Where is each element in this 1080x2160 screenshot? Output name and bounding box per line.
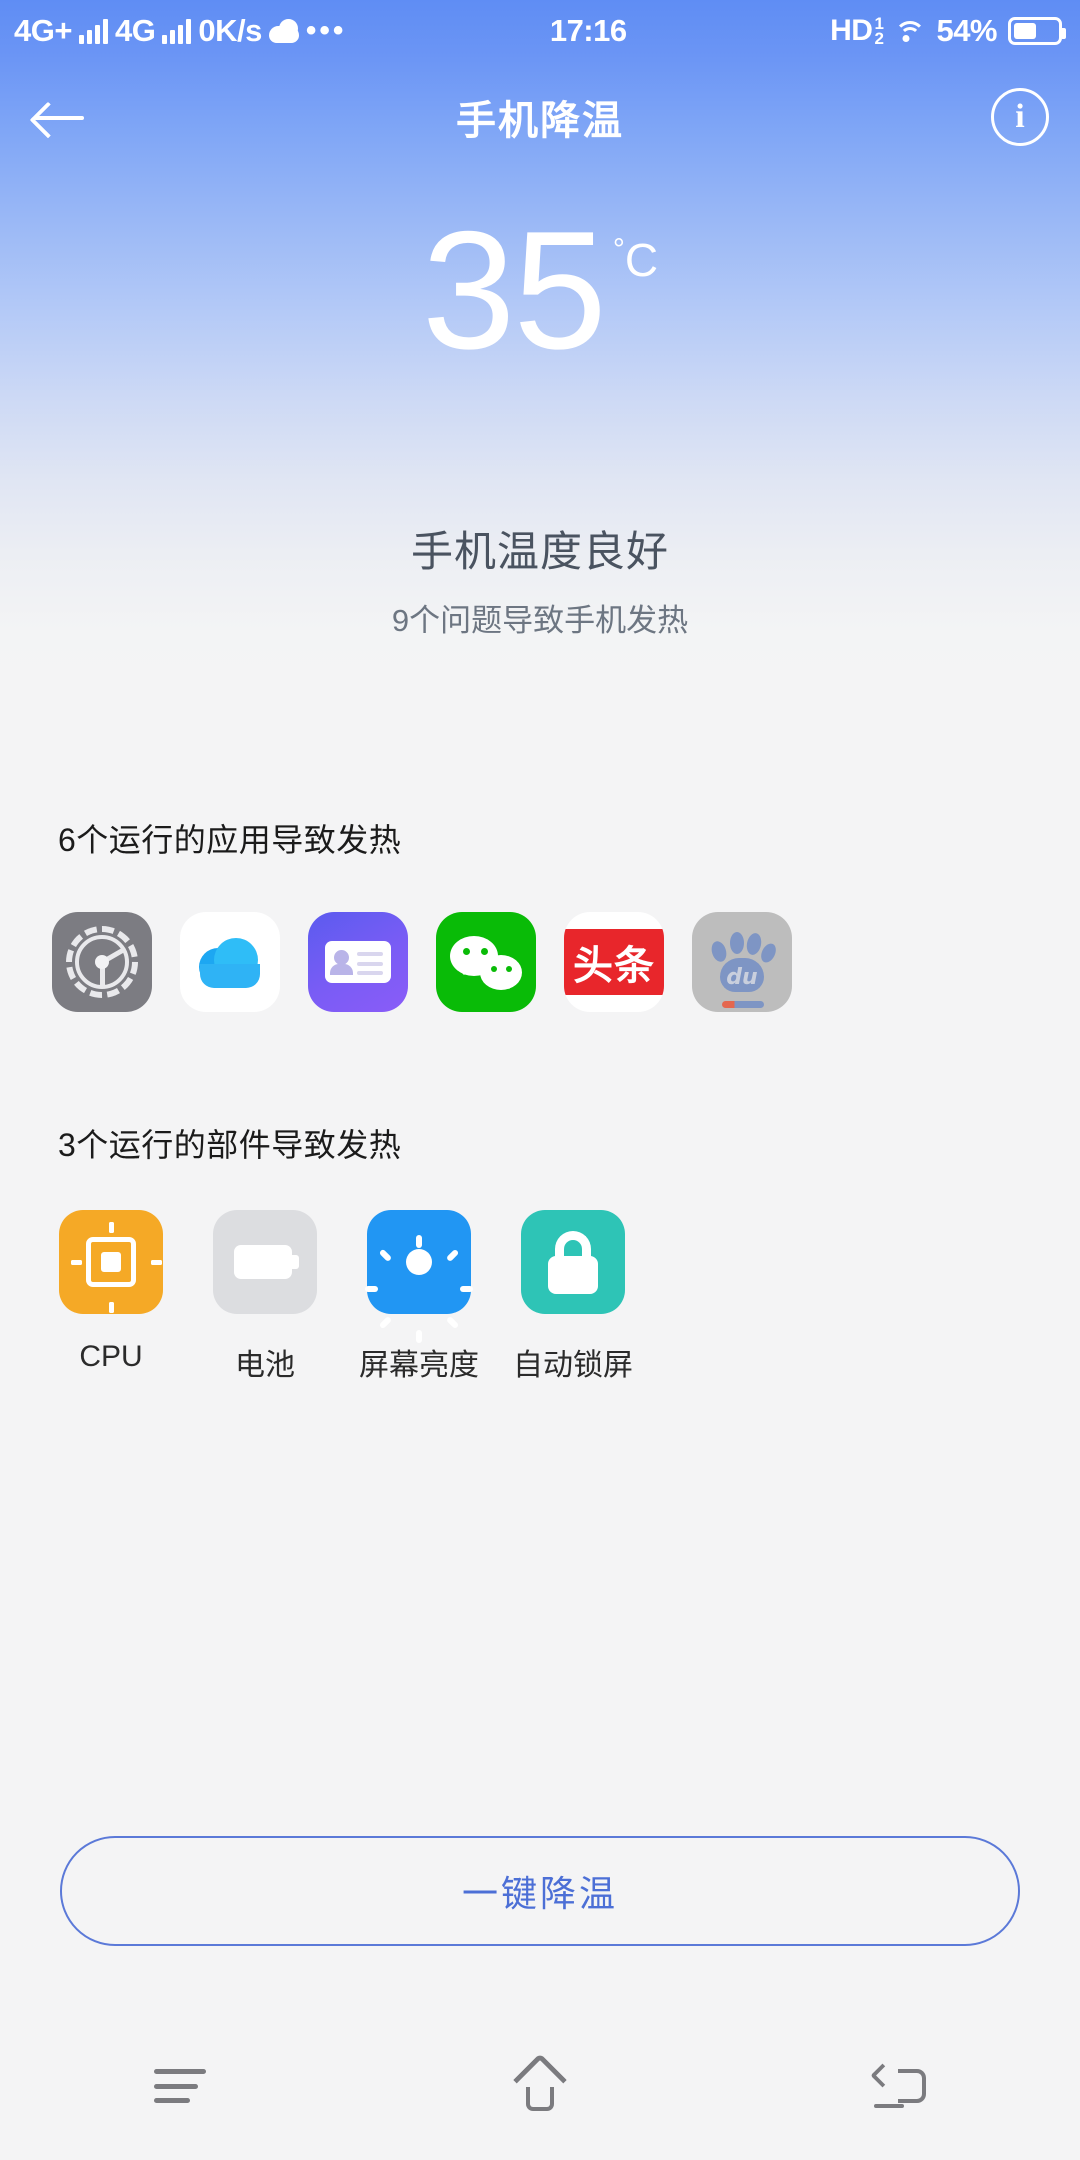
status-bar-center: 17:16 xyxy=(346,13,830,49)
component-label: 屏幕亮度 xyxy=(359,1349,479,1382)
component-cpu[interactable]: CPU xyxy=(56,1210,166,1384)
battery-percent-label: 54% xyxy=(936,13,997,48)
temperature-display: 35 ° C xyxy=(0,196,1080,384)
content-body: 6个运行的应用导致发热 头条 du 3个运行的部件导致发热 CPU 电池 屏幕亮… xyxy=(0,700,1080,2030)
back-icon xyxy=(870,2063,926,2109)
signal-bars-icon-primary xyxy=(78,18,108,44)
network-type-secondary: 4G xyxy=(114,13,156,48)
app-icon-baidu[interactable]: du xyxy=(692,912,792,1012)
network-speed: 0K/s xyxy=(198,13,262,48)
info-icon: i xyxy=(991,88,1049,146)
battery-icon xyxy=(213,1210,317,1314)
temperature-value: 35 xyxy=(421,196,607,384)
running-apps-row: 头条 du xyxy=(52,912,792,1012)
network-type-primary: 4G+ xyxy=(14,13,72,48)
info-button[interactable]: i xyxy=(960,62,1080,172)
battery-icon xyxy=(1008,17,1066,45)
app-icon-settings[interactable] xyxy=(52,912,152,1012)
more-dots-icon: ••• xyxy=(305,14,347,47)
hd-volte-icon: HD 1 2 xyxy=(830,14,884,48)
home-icon xyxy=(513,2053,567,2111)
status-bar-left: 4G+ 4G 0K/s ••• xyxy=(0,13,346,49)
status-bar-right: HD 1 2 54% xyxy=(830,13,1080,49)
app-icon-contacts[interactable] xyxy=(308,912,408,1012)
arrow-left-icon xyxy=(34,99,86,135)
status-bar: 4G+ 4G 0K/s ••• 17:16 HD 1 2 54% xyxy=(0,0,1080,62)
menu-icon xyxy=(154,2069,206,2103)
nav-recents-button[interactable] xyxy=(0,2012,360,2160)
running-components-row: CPU 电池 屏幕亮度 自动锁屏 xyxy=(56,1210,633,1384)
components-section-title: 3个运行的部件导致发热 xyxy=(58,1127,402,1163)
cpu-chip-icon xyxy=(59,1210,163,1314)
lock-icon xyxy=(521,1210,625,1314)
back-button[interactable] xyxy=(0,62,120,172)
baidu-paw-icon: du xyxy=(709,931,779,993)
component-brightness[interactable]: 屏幕亮度 xyxy=(359,1210,479,1384)
component-label: CPU xyxy=(79,1340,143,1373)
brightness-sun-icon xyxy=(365,1210,473,1343)
one-click-cool-button[interactable]: 一键降温 xyxy=(60,1836,1020,1946)
component-label: 电池 xyxy=(235,1349,295,1382)
nav-home-button[interactable] xyxy=(360,2012,720,2160)
component-auto-lock[interactable]: 自动锁屏 xyxy=(513,1210,633,1384)
app-icon-cloud[interactable] xyxy=(180,912,280,1012)
toutiao-label: 头条 xyxy=(573,943,655,989)
temperature-status-text: 手机温度良好 xyxy=(410,528,669,575)
unit-letter: C xyxy=(624,234,659,286)
temperature-unit: ° C xyxy=(613,233,658,287)
settings-gear-icon xyxy=(66,926,138,998)
cloud-icon xyxy=(268,19,299,43)
issue-count-subtitle: 9个问题导致手机发热 xyxy=(391,603,689,638)
baidu-label: du xyxy=(726,965,758,990)
contact-card-icon xyxy=(325,941,391,983)
apps-section-title: 6个运行的应用导致发热 xyxy=(58,822,402,858)
toutiao-icon: 头条 xyxy=(564,929,664,995)
title-bar: 手机降温 i xyxy=(0,62,1080,172)
page-title: 手机降温 xyxy=(456,99,624,143)
degree-symbol: ° xyxy=(612,233,625,266)
system-navigation-bar xyxy=(0,2012,1080,2160)
component-label: 自动锁屏 xyxy=(513,1349,633,1382)
phone-cooling-screen: 4G+ 4G 0K/s ••• 17:16 HD 1 2 54% 手机降温 i … xyxy=(0,0,1080,2160)
component-battery[interactable]: 电池 xyxy=(210,1210,320,1384)
app-icon-wechat[interactable] xyxy=(436,912,536,1012)
signal-bars-icon-secondary xyxy=(162,18,192,44)
app-icon-toutiao[interactable]: 头条 xyxy=(564,912,664,1012)
nav-back-button[interactable] xyxy=(720,2012,1080,2160)
wifi-icon xyxy=(894,19,926,43)
hd-subscript: 2 xyxy=(874,29,884,48)
clock-time: 17:16 xyxy=(549,13,627,48)
